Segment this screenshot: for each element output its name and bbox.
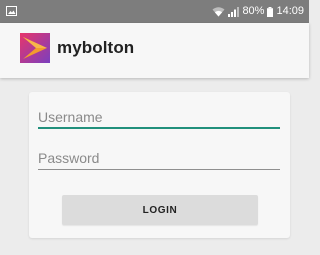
- image-notification-icon: [6, 6, 17, 16]
- wifi-icon: [212, 6, 225, 16]
- app-bar: mybolton: [0, 23, 309, 78]
- app-title: mybolton: [57, 38, 135, 57]
- status-indicators: 80% 14:09: [212, 0, 304, 23]
- username-underline: [38, 127, 280, 129]
- login-card: LOGIN: [29, 92, 290, 238]
- mybolton-logo-icon: [20, 33, 50, 63]
- battery-icon: [267, 6, 274, 17]
- password-input[interactable]: [38, 148, 280, 170]
- username-input[interactable]: [38, 107, 280, 129]
- battery-percentage: 80%: [242, 5, 265, 17]
- clock: 14:09: [276, 5, 304, 17]
- login-button[interactable]: LOGIN: [62, 195, 258, 225]
- password-underline: [38, 169, 280, 170]
- username-field: [38, 107, 280, 129]
- signal-icon: [228, 6, 240, 17]
- password-field: [38, 148, 280, 170]
- status-bar: 80% 14:09: [0, 0, 309, 23]
